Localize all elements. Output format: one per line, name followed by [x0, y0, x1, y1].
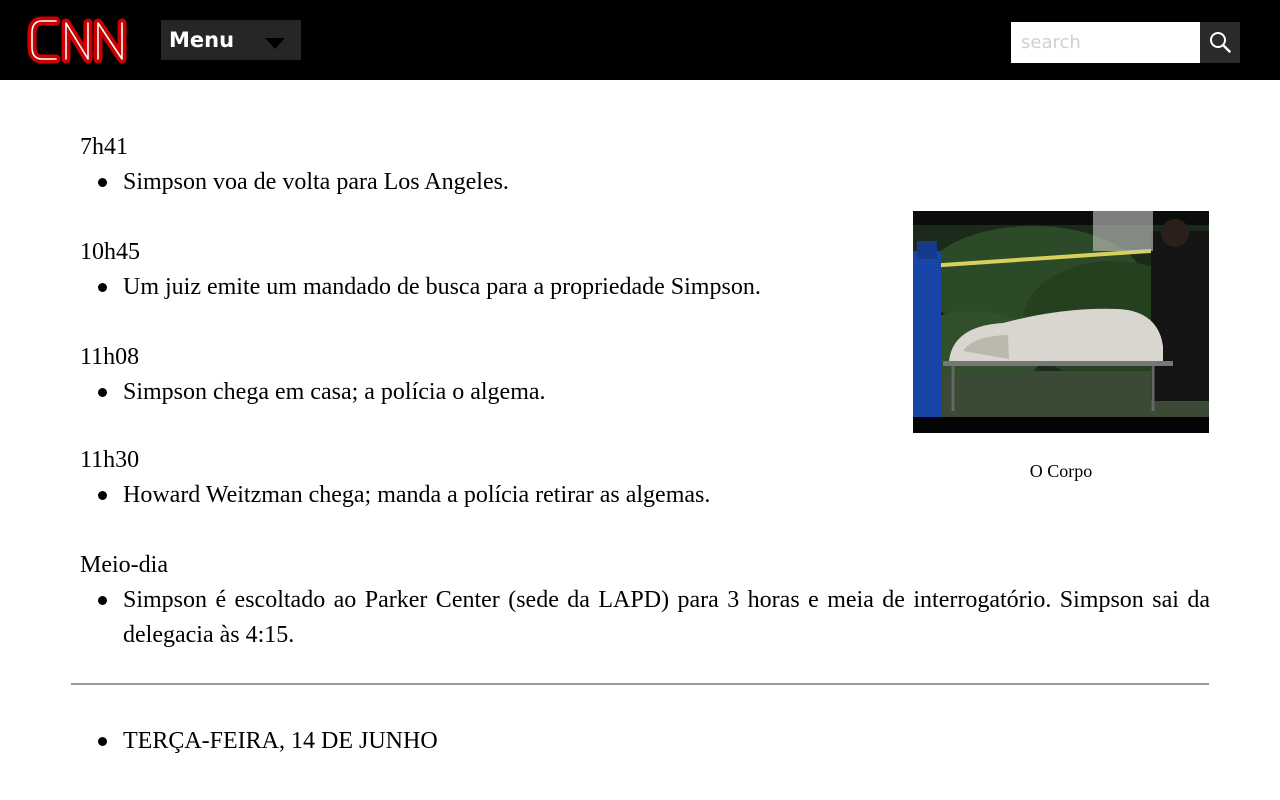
next-day-item: TERÇA-FEIRA, 14 DE JUNHO	[80, 724, 780, 759]
magnifier-icon	[1210, 32, 1231, 53]
search-button[interactable]	[1200, 22, 1240, 63]
search-input[interactable]	[1011, 22, 1200, 63]
top-navigation-bar: Menu	[0, 0, 1280, 80]
news-figure: O Corpo	[913, 211, 1209, 482]
next-day-link[interactable]: TERÇA-FEIRA, 14 DE JUNHO	[123, 728, 438, 754]
list-item: TERÇA-FEIRA, 14 DE JUNHO	[80, 724, 780, 759]
stretcher-photo	[913, 211, 1209, 433]
entry-event: Simpson é escoltado ao Parker Center (se…	[80, 583, 1210, 653]
timeline-entry: Meio-dia Simpson é escoltado ao Parker C…	[80, 548, 1210, 653]
figure-caption: O Corpo	[1029, 461, 1093, 481]
caret-down-icon	[265, 38, 285, 49]
section-divider	[71, 683, 1209, 685]
entry-time: 7h41	[80, 134, 128, 160]
entry-time: Meio-dia	[80, 552, 168, 578]
menu-label: Menu	[169, 28, 235, 52]
entry-event: Howard Weitzman chega; manda a polícia r…	[80, 478, 803, 513]
cnn-logo-icon[interactable]	[26, 13, 136, 67]
menu-button[interactable]: Menu	[161, 20, 301, 60]
timeline-entry: 7h41 Simpson voa de volta para Los Angel…	[80, 130, 1210, 200]
entry-event: Simpson voa de volta para Los Angeles.	[80, 165, 1210, 200]
